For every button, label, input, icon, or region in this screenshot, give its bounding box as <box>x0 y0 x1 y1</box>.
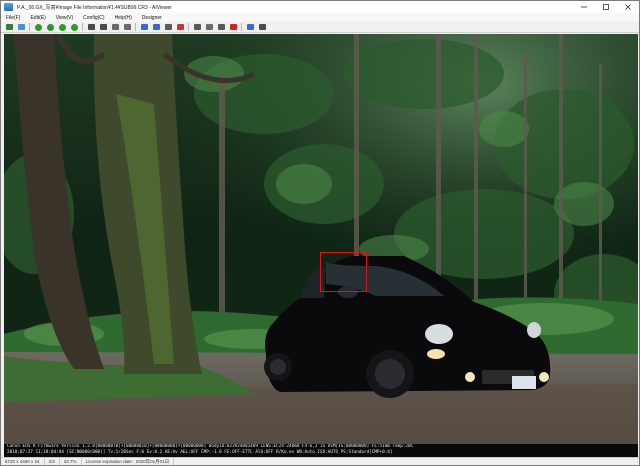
toolbar-separator <box>29 23 30 31</box>
fullscreen-button[interactable] <box>257 23 267 32</box>
minimize-button[interactable] <box>573 1 595 13</box>
status-image-size: 6720 x 4480 x 24 <box>1 458 45 465</box>
rotate-right-icon <box>123 24 131 30</box>
title-bar: P.A._06.GX_写真¥Image File Information¥1.4… <box>1 1 639 13</box>
menu-file[interactable]: File(F) <box>1 15 25 21</box>
grid-button[interactable] <box>163 23 173 32</box>
prev-icon <box>46 23 54 31</box>
zoom-fit-button[interactable] <box>86 23 96 32</box>
menu-config[interactable]: Config(C) <box>78 15 109 21</box>
maximize-button[interactable] <box>595 1 617 13</box>
first-icon <box>34 23 42 31</box>
help-icon <box>246 24 254 30</box>
status-license: License expiration date : 2020年01月01日 <box>82 458 175 465</box>
first-button[interactable] <box>33 23 43 32</box>
minimize-icon <box>581 6 587 8</box>
window-controls <box>573 1 639 13</box>
toolbar-separator <box>82 23 83 31</box>
rotate-left-button[interactable] <box>110 23 120 32</box>
grid-icon <box>164 24 172 30</box>
app-window: P.A._06.GX_写真¥Image File Information¥1.4… <box>0 0 640 466</box>
exif-line-2: 2018:07:27 11:18:04:44 [SC:N0000(000)] T… <box>7 450 393 455</box>
status-bar: 6720 x 4480 x 24 2/3 33.7% License expir… <box>1 457 639 465</box>
next-icon <box>58 23 66 31</box>
print-icon <box>217 24 225 30</box>
next-button[interactable] <box>57 23 67 32</box>
exif-info-panel: Canon EOS R Firmware Version 1.2.0[00000… <box>4 444 638 457</box>
settings-icon <box>205 24 213 30</box>
help-button[interactable] <box>245 23 255 32</box>
menu-designer[interactable]: Designer <box>137 15 167 21</box>
image-button[interactable] <box>16 23 26 32</box>
selection-box[interactable] <box>320 252 367 292</box>
rotate-left-icon <box>111 24 119 30</box>
status-zoom: 33.7% <box>60 458 82 465</box>
histogram-button[interactable] <box>151 23 161 32</box>
crop-icon <box>193 24 201 30</box>
toolbar <box>1 22 639 33</box>
status-image-index: 2/3 <box>45 458 60 465</box>
close-button[interactable] <box>617 1 639 13</box>
histogram-icon <box>152 24 160 30</box>
zoom-actual-button[interactable] <box>98 23 108 32</box>
toolbar-separator <box>135 23 136 31</box>
crop-button[interactable] <box>192 23 202 32</box>
fullscreen-icon <box>258 24 266 30</box>
menu-view[interactable]: View(V) <box>51 15 78 21</box>
image-viewport[interactable] <box>4 34 638 444</box>
open-button[interactable] <box>4 23 14 32</box>
stop-icon <box>229 24 237 30</box>
color-button[interactable] <box>175 23 185 32</box>
zoom-actual-icon <box>99 24 107 30</box>
menu-help[interactable]: Help(H) <box>110 15 137 21</box>
info-button[interactable] <box>139 23 149 32</box>
info-icon <box>140 24 148 30</box>
maximize-icon <box>603 4 609 10</box>
zoom-fit-icon <box>87 24 95 30</box>
prev-button[interactable] <box>45 23 55 32</box>
print-button[interactable] <box>216 23 226 32</box>
settings-button[interactable] <box>204 23 214 32</box>
last-icon <box>70 23 78 31</box>
window-title: P.A._06.GX_写真¥Image File Information¥1.4… <box>17 4 172 11</box>
toolbar-separator <box>188 23 189 31</box>
last-button[interactable] <box>69 23 79 32</box>
image-icon <box>17 24 25 30</box>
close-icon <box>625 4 631 10</box>
color-icon <box>176 24 184 30</box>
stop-button[interactable] <box>228 23 238 32</box>
rotate-right-button[interactable] <box>122 23 132 32</box>
open-icon <box>5 24 13 30</box>
toolbar-separator <box>241 23 242 31</box>
app-icon <box>4 3 13 11</box>
photo-image <box>4 34 638 444</box>
menu-bar: File(F) Edit(E) View(V) Config(C) Help(H… <box>1 13 639 22</box>
menu-edit[interactable]: Edit(E) <box>25 15 50 21</box>
